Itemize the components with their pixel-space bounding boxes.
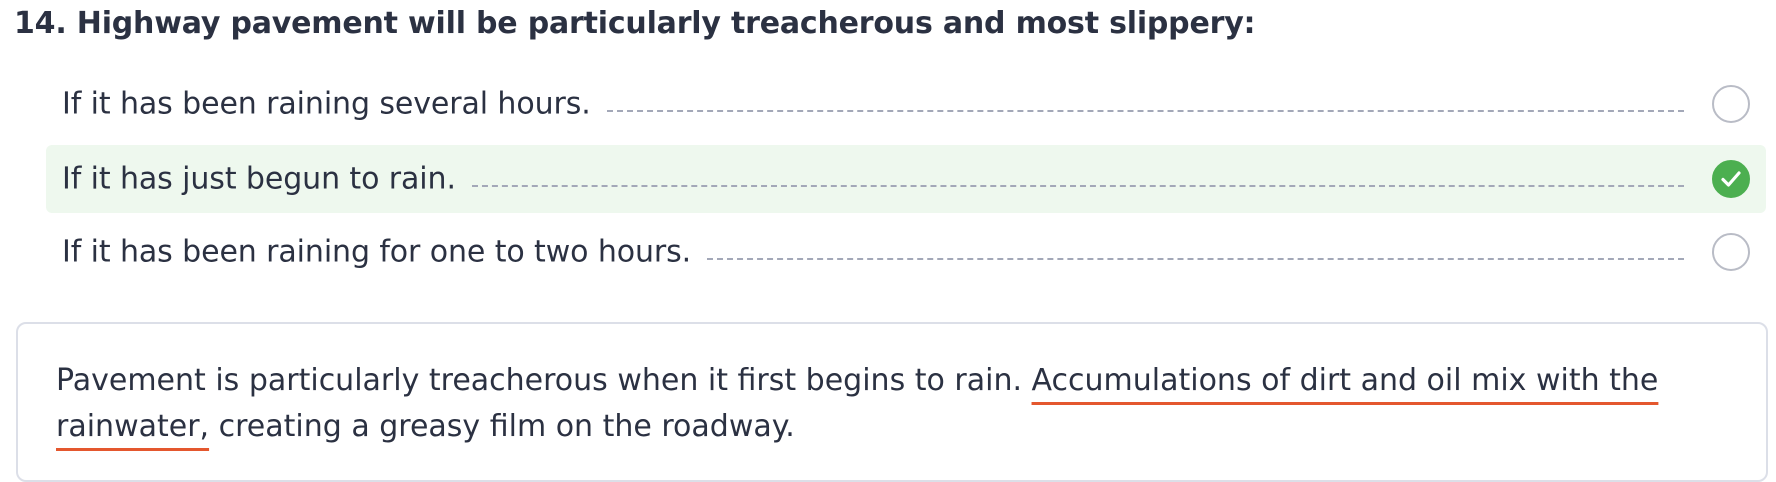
radio-button[interactable] (1712, 85, 1750, 123)
leader-dots (607, 110, 1684, 112)
radio-button[interactable] (1712, 233, 1750, 271)
answer-option-label: If it has just begun to rain. (62, 161, 456, 197)
answer-option-2[interactable]: If it has just begun to rain. (46, 145, 1766, 213)
explanation-text-end: creating a greasy film on the roadway. (209, 409, 795, 444)
answer-option-label: If it has been raining for one to two ho… (62, 234, 692, 270)
answer-option-3[interactable]: If it has been raining for one to two ho… (46, 218, 1766, 286)
explanation-text: Pavement is particularly treacherous whe… (56, 358, 1756, 450)
answer-option-label: If it has been raining several hours. (62, 86, 591, 122)
leader-dots (707, 258, 1684, 260)
check-icon (1721, 171, 1741, 187)
leader-dots (472, 185, 1684, 187)
explanation-text-start: Pavement is particularly treacherous whe… (56, 363, 1032, 398)
answer-option-1[interactable]: If it has been raining several hours. (46, 70, 1766, 138)
question-title: 14. Highway pavement will be particularl… (14, 6, 1256, 41)
explanation-box: Pavement is particularly treacherous whe… (16, 322, 1768, 482)
radio-button-selected[interactable] (1712, 160, 1750, 198)
